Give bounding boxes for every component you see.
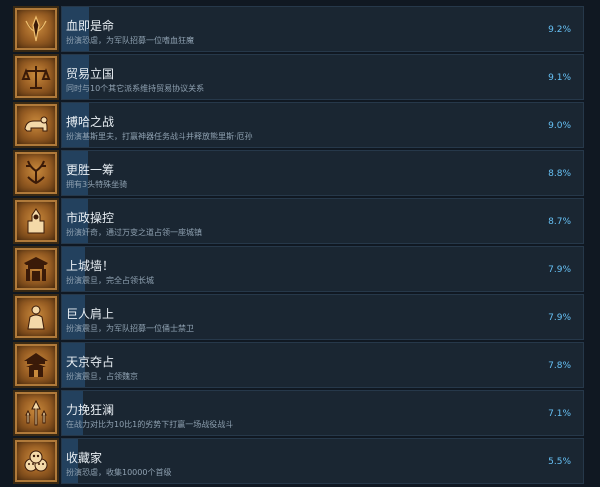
achievement-title: 巨人肩上 — [66, 307, 115, 321]
bear-icon — [13, 102, 59, 148]
achievement-title: 搏哈之战 — [66, 115, 115, 129]
khorne-icon — [13, 6, 59, 52]
trade-scales-icon — [13, 54, 59, 100]
achievement-description: 在战力对比为10比1的劣势下打赢一场战役战斗 — [66, 420, 234, 429]
achievement-panel: 巨人肩上 扮演震旦，为军队招募一位俑士禁卫 7.9% — [61, 294, 584, 340]
unlock-percentage: 9.2% — [548, 25, 571, 35]
achievement-title: 血即是命 — [66, 19, 115, 33]
achievement-description: 扮演震旦，完全占领长城 — [66, 276, 154, 285]
achievement-row[interactable]: 收藏家 扮演恐虐，收集10000个首级 5.5% — [13, 438, 584, 484]
achievement-panel: 搏哈之战 扮演基斯里夫，打赢神器任务战斗并释放熊里斯·厄孙 9.0% — [61, 102, 584, 148]
achievement-list: 血即是命 扮演恐虐，为军队招募一位嗜血狂魔 9.2% 贸易立国 同时与10个其它… — [0, 0, 600, 487]
achievement-panel: 血即是命 扮演恐虐，为军队招募一位嗜血狂魔 9.2% — [61, 6, 584, 52]
antlers-icon — [13, 150, 59, 196]
unlock-percentage: 5.5% — [548, 457, 571, 467]
rising-power-icon — [13, 390, 59, 436]
achievement-panel: 上城墙！ 扮演震旦，完全占领长城 7.9% — [61, 246, 584, 292]
achievement-description: 扮演震旦，为军队招募一位俑士禁卫 — [66, 324, 194, 333]
achievement-row[interactable]: 搏哈之战 扮演基斯里夫，打赢神器任务战斗并释放熊里斯·厄孙 9.0% — [13, 102, 584, 148]
unlock-percentage: 8.7% — [548, 217, 571, 227]
achievement-title: 收藏家 — [66, 451, 103, 465]
unlock-percentage: 7.8% — [548, 361, 571, 371]
achievement-panel: 更胜一筹 拥有3头特殊坐骑 8.8% — [61, 150, 584, 196]
palace-icon — [13, 342, 59, 388]
achievement-title: 力挽狂澜 — [66, 403, 115, 417]
unlock-percentage: 7.1% — [548, 409, 571, 419]
achievement-description: 扮演恐虐，收集10000个首级 — [66, 468, 172, 477]
achievement-description: 同时与10个其它派系维持贸易协议关系 — [66, 84, 205, 93]
great-wall-icon — [13, 246, 59, 292]
achievement-panel: 天京夺占 扮演震旦，占领魏京 7.8% — [61, 342, 584, 388]
achievement-row[interactable]: 市政操控 扮演奸奇，通过万变之道占领一座城镇 8.7% — [13, 198, 584, 244]
achievement-panel: 市政操控 扮演奸奇，通过万变之道占领一座城镇 8.7% — [61, 198, 584, 244]
achievement-row[interactable]: 上城墙！ 扮演震旦，完全占领长城 7.9% — [13, 246, 584, 292]
achievement-panel: 贸易立国 同时与10个其它派系维持贸易协议关系 9.1% — [61, 54, 584, 100]
unlock-percentage: 8.8% — [548, 169, 571, 179]
achievement-title: 上城墙！ — [66, 259, 115, 273]
achievement-description: 扮演震旦，占领魏京 — [66, 372, 138, 381]
achievement-title: 贸易立国 — [66, 67, 115, 81]
achievement-row[interactable]: 天京夺占 扮演震旦，占领魏京 7.8% — [13, 342, 584, 388]
tzeentch-icon — [13, 198, 59, 244]
unlock-percentage: 7.9% — [548, 265, 571, 275]
unlock-percentage: 9.1% — [548, 73, 571, 83]
achievement-row[interactable]: 血即是命 扮演恐虐，为军队招募一位嗜血狂魔 9.2% — [13, 6, 584, 52]
achievement-description: 扮演基斯里夫，打赢神器任务战斗并释放熊里斯·厄孙 — [66, 132, 253, 141]
achievement-description: 扮演恐虐，为军队招募一位嗜血狂魔 — [66, 36, 194, 45]
achievement-title: 天京夺占 — [66, 355, 115, 369]
achievement-title: 市政操控 — [66, 211, 115, 225]
achievement-panel: 收藏家 扮演恐虐，收集10000个首级 5.5% — [61, 438, 584, 484]
achievement-description: 扮演奸奇，通过万变之道占领一座城镇 — [66, 228, 202, 237]
unlock-percentage: 7.9% — [548, 313, 571, 323]
terracotta-guard-icon — [13, 294, 59, 340]
unlock-percentage: 9.0% — [548, 121, 571, 131]
achievement-row[interactable]: 力挽狂澜 在战力对比为10比1的劣势下打赢一场战役战斗 7.1% — [13, 390, 584, 436]
achievement-title: 更胜一筹 — [66, 163, 115, 177]
achievement-row[interactable]: 巨人肩上 扮演震旦，为军队招募一位俑士禁卫 7.9% — [13, 294, 584, 340]
achievement-row[interactable]: 更胜一筹 拥有3头特殊坐骑 8.8% — [13, 150, 584, 196]
achievement-panel: 力挽狂澜 在战力对比为10比1的劣势下打赢一场战役战斗 7.1% — [61, 390, 584, 436]
skull-pile-icon — [13, 438, 59, 484]
achievement-description: 拥有3头特殊坐骑 — [66, 180, 128, 189]
achievement-row[interactable]: 贸易立国 同时与10个其它派系维持贸易协议关系 9.1% — [13, 54, 584, 100]
